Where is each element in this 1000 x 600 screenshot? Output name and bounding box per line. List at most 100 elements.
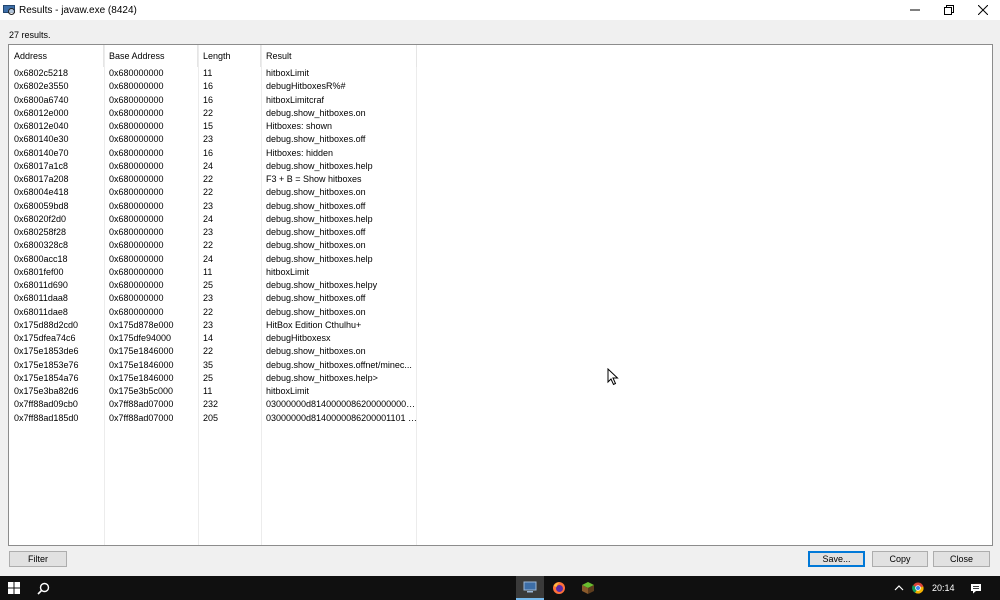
cell-result: debug.show_hitboxes.help [266, 160, 373, 171]
cell-base-address: 0x680000000 [109, 293, 164, 304]
cell-base-address: 0x680000000 [109, 200, 164, 211]
cell-result: debug.show_hitboxes.help> [266, 372, 378, 383]
table-row[interactable]: 0x68012e040 0x680000000 15 Hitboxes: shown [9, 120, 417, 133]
column-header-length[interactable]: Length [198, 45, 261, 67]
cell-result: 03000000d8140000086200001101 0... [266, 412, 417, 423]
taskbar-item-process-hacker[interactable] [516, 576, 544, 600]
results-list[interactable]: Address Base Address Length Result 0x680… [8, 44, 993, 546]
cell-base-address: 0x680000000 [109, 147, 164, 158]
table-row[interactable]: 0x680258f28 0x680000000 23 debug.show_hitbo… [9, 226, 417, 239]
cell-length: 11 [203, 386, 213, 396]
cell-length: 23 [203, 227, 214, 237]
cell-length: 22 [203, 107, 214, 118]
cell-address: 0x6802c5218 [14, 68, 69, 78]
start-button[interactable] [0, 576, 28, 600]
cell-address: 0x680140e30 [14, 134, 69, 145]
cell-address: 0x68012e000 [14, 107, 69, 118]
table-row[interactable]: 0x68017a1c8 0x680000000 24 debug.show_hitbo… [9, 160, 417, 173]
table-row[interactable]: 0x68004e418 0x680000000 22 debug.show_hitbo… [9, 186, 417, 199]
title-bar[interactable]: Results - javaw.exe (8424) [0, 0, 1000, 20]
table-row[interactable]: 0x175dfea74c6 0x175dfe94000 14 debugHitboxe… [9, 332, 417, 345]
cell-address: 0x175e1853e76 [14, 359, 79, 370]
restore-button[interactable] [932, 0, 966, 20]
column-header-base-address[interactable]: Base Address [104, 45, 198, 67]
cell-length: 23 [203, 200, 214, 211]
cell-result: hitboxLimitcraf [266, 94, 325, 105]
tray-item-chrome[interactable] [909, 576, 927, 600]
table-row[interactable]: 0x175e1853de6 0x175e1846000 22 debug.show_h… [9, 345, 417, 358]
cell-length: 23 [203, 134, 214, 145]
cell-address: 0x6800328c8 [14, 240, 69, 251]
cell-base-address: 0x680000000 [109, 121, 164, 131]
cell-address: 0x7ff88ad09cb0 [14, 399, 78, 410]
column-header-result[interactable]: Result [261, 45, 417, 67]
cell-length: 11 [203, 68, 213, 78]
cell-base-address: 0x680000000 [109, 134, 164, 145]
table-row[interactable]: 0x68017a208 0x680000000 22 F3 + B = Show hi… [9, 173, 417, 186]
close-button[interactable]: Close [933, 551, 990, 567]
cell-result: debug.show_hitboxes.help [266, 213, 373, 224]
show-hidden-icons-button[interactable] [891, 576, 907, 600]
cell-base-address: 0x680000000 [109, 266, 164, 277]
minimize-button[interactable] [898, 0, 932, 20]
table-row[interactable]: 0x175e1853e76 0x175e1846000 35 debug.show_h… [9, 359, 417, 372]
table-row[interactable]: 0x7ff88ad09cb0 0x7ff88ad07000 232 03000000d… [9, 398, 417, 411]
table-row[interactable]: 0x680059bd8 0x680000000 23 debug.show_hitbo… [9, 200, 417, 213]
cell-length: 24 [203, 213, 214, 224]
table-row[interactable]: 0x6801fef00 0x680000000 11 hitboxLimit [9, 266, 417, 279]
cell-address: 0x68012e040 [14, 121, 69, 131]
table-row[interactable]: 0x68011d690 0x680000000 25 debug.show_hitbo… [9, 279, 417, 292]
table-row[interactable]: 0x68011daa8 0x680000000 23 debug.show_hitbo… [9, 292, 417, 305]
cell-address: 0x680258f28 [14, 227, 67, 237]
cell-length: 24 [203, 160, 214, 171]
cell-base-address: 0x680000000 [109, 107, 164, 118]
cell-length: 16 [203, 147, 214, 158]
table-row[interactable]: 0x7ff88ad185d0 0x7ff88ad07000 205 03000000d… [9, 412, 417, 425]
cell-length: 22 [203, 174, 214, 184]
table-row[interactable]: 0x680140e70 0x680000000 16 Hitboxes: hidden [9, 147, 417, 160]
cell-address: 0x68004e418 [14, 187, 69, 198]
table-row[interactable]: 0x175d88d2cd0 0x175d878e000 23 HitBox Editi… [9, 319, 417, 332]
cell-address: 0x68011d690 [14, 280, 68, 290]
table-row[interactable]: 0x6802e3550 0x680000000 16 debugHitboxesR%# [9, 80, 417, 93]
cell-result: debug.show_hitboxes.on [266, 240, 366, 251]
taskbar-item-minecraft[interactable] [574, 576, 602, 600]
cell-length: 16 [203, 94, 214, 105]
table-row[interactable]: 0x68012e000 0x680000000 22 debug.show_hitbo… [9, 107, 417, 120]
cell-address: 0x68011daa8 [14, 293, 68, 304]
search-button[interactable] [30, 576, 56, 600]
cell-length: 23 [203, 293, 214, 304]
app-icon [3, 4, 15, 16]
action-center-button[interactable] [964, 576, 988, 600]
table-row[interactable]: 0x6802c5218 0x680000000 11 hitboxLimit [9, 67, 417, 80]
table-row[interactable]: 0x68011dae8 0x680000000 22 debug.show_hitbo… [9, 306, 417, 319]
cell-length: 25 [203, 372, 214, 383]
cell-length: 22 [203, 187, 214, 198]
cell-base-address: 0x175e3b5c000 [109, 386, 174, 396]
clock[interactable]: 20:14 [932, 576, 955, 600]
table-row[interactable]: 0x175e1854a76 0x175e1846000 25 debug.show_h… [9, 372, 417, 385]
cell-address: 0x68020f2d0 [14, 213, 67, 224]
cell-length: 25 [203, 280, 214, 290]
table-row[interactable]: 0x68020f2d0 0x680000000 24 debug.show_hitbo… [9, 213, 417, 226]
cell-address: 0x175d88d2cd0 [14, 319, 79, 330]
close-window-button[interactable] [966, 0, 1000, 20]
save-button[interactable]: Save... [808, 551, 865, 567]
table-row[interactable]: 0x6800acc18 0x680000000 24 debug.show_hitbo… [9, 253, 417, 266]
cell-result: debug.show_hitboxes.help [266, 253, 373, 264]
table-row[interactable]: 0x6800328c8 0x680000000 22 debug.show_hitbo… [9, 239, 417, 252]
cell-result: debug.show_hitboxes.on [266, 187, 366, 198]
copy-button[interactable]: Copy [872, 551, 928, 567]
filter-button[interactable]: Filter [9, 551, 67, 567]
column-header-address[interactable]: Address [9, 45, 104, 67]
table-row[interactable]: 0x175e3ba82d6 0x175e3b5c000 11 hitboxLimit [9, 385, 417, 398]
taskbar-item-firefox[interactable] [546, 576, 572, 600]
table-row[interactable]: 0x6800a6740 0x680000000 16 hitboxLimitcraf [9, 94, 417, 107]
cell-base-address: 0x680000000 [109, 68, 164, 78]
cell-base-address: 0x680000000 [109, 160, 164, 171]
cell-length: 24 [203, 253, 214, 264]
cell-address: 0x175e1853de6 [14, 346, 79, 357]
list-header: Address Base Address Length Result [9, 45, 417, 67]
table-row[interactable]: 0x680140e30 0x680000000 23 debug.show_hitbo… [9, 133, 417, 146]
cell-base-address: 0x680000000 [109, 227, 164, 237]
